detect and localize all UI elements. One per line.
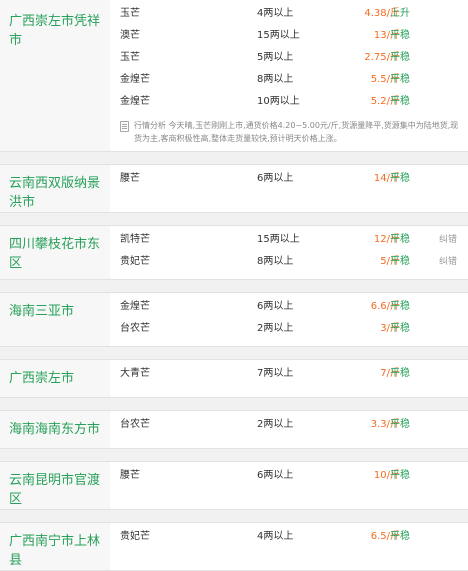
weight-spec: 10两以上 <box>257 96 300 107</box>
trend-label: 平稳 <box>390 419 410 430</box>
region-link[interactable]: 云南西双版纳景洪市 <box>0 165 110 212</box>
table-row: 台农芒 2两以上 3.3/斤 平稳 <box>110 414 468 436</box>
trend-label: 平稳 <box>390 52 410 63</box>
trend-label: 平稳 <box>390 368 410 379</box>
region-link[interactable]: 云南昆明市官渡区 <box>0 462 110 509</box>
region-link[interactable]: 广西南宁市上林县 <box>0 523 110 570</box>
variety-name: 凯特芒 <box>120 234 150 245</box>
region-block: 广西崇左市凭祥市 玉芒 4两以上 4.38/斤 上升 澳芒 15两以上 13/斤… <box>0 0 468 152</box>
table-row: 金煌芒 6两以上 6.6/斤 平稳 <box>110 296 468 318</box>
trend-label: 平稳 <box>390 96 410 107</box>
weight-spec: 15两以上 <box>257 30 300 41</box>
weight-spec: 2两以上 <box>257 323 294 334</box>
price-rows: 台农芒 2两以上 3.3/斤 平稳 <box>110 411 468 448</box>
market-analysis: 行情分析 今天晴,玉芒刚刚上市,通货价格4.20~5.00元/斤,货源量降平,货… <box>120 119 460 145</box>
region-link[interactable]: 广西崇左市凭祥市 <box>0 0 110 151</box>
variety-name: 澳芒 <box>120 30 140 41</box>
region-block: 四川攀枝花市东区 凯特芒 15两以上 12/斤 平稳 纠错 贵妃芒 8两以上 5… <box>0 225 468 280</box>
table-row: 贵妃芒 8两以上 5/斤 平稳 纠错 <box>110 251 468 273</box>
trend-label: 平稳 <box>390 30 410 41</box>
weight-spec: 4两以上 <box>257 531 294 542</box>
region-block: 云南西双版纳景洪市 腰芒 6两以上 14/斤 平稳 <box>0 164 468 213</box>
region-block: 广西崇左市 大青芒 7两以上 7/斤 平稳 <box>0 359 468 398</box>
weight-spec: 8两以上 <box>257 74 294 85</box>
price-rows: 贵妃芒 4两以上 6.5/斤 平稳 <box>110 523 468 570</box>
weight-spec: 6两以上 <box>257 301 294 312</box>
table-row: 贵妃芒 4两以上 6.5/斤 平稳 <box>110 526 468 548</box>
variety-name: 腰芒 <box>120 173 140 184</box>
trend-label: 平稳 <box>390 301 410 312</box>
region-link[interactable]: 海南海南东方市 <box>0 411 110 448</box>
document-icon <box>120 121 129 132</box>
price-rows: 凯特芒 15两以上 12/斤 平稳 纠错 贵妃芒 8两以上 5/斤 平稳 纠错 <box>110 226 468 279</box>
variety-name: 玉芒 <box>120 8 140 19</box>
trend-label: 上升 <box>390 8 410 19</box>
trend-label: 平稳 <box>390 173 410 184</box>
variety-name: 金煌芒 <box>120 301 150 312</box>
table-row: 大青芒 7两以上 7/斤 平稳 <box>110 363 468 385</box>
region-link[interactable]: 广西崇左市 <box>0 360 110 397</box>
variety-name: 腰芒 <box>120 470 140 481</box>
weight-spec: 8两以上 <box>257 256 294 267</box>
trend-label: 平稳 <box>390 74 410 85</box>
weight-spec: 15两以上 <box>257 234 300 245</box>
weight-spec: 6两以上 <box>257 173 294 184</box>
variety-name: 玉芒 <box>120 52 140 63</box>
table-row: 玉芒 4两以上 4.38/斤 上升 <box>110 3 468 25</box>
region-link[interactable]: 四川攀枝花市东区 <box>0 226 110 279</box>
analysis-text: 行情分析 今天晴,玉芒刚刚上市,通货价格4.20~5.00元/斤,货源量降平,货… <box>134 121 459 143</box>
weight-spec: 7两以上 <box>257 368 294 379</box>
region-block: 云南昆明市官渡区 腰芒 6两以上 10/斤 平稳 <box>0 461 468 510</box>
price-rows: 玉芒 4两以上 4.38/斤 上升 澳芒 15两以上 13/斤 平稳 玉芒 5两… <box>110 0 468 151</box>
price-rows: 腰芒 6两以上 14/斤 平稳 <box>110 165 468 212</box>
table-row: 金煌芒 10两以上 5.2/斤 平稳 <box>110 91 468 113</box>
table-row: 腰芒 6两以上 10/斤 平稳 <box>110 465 468 487</box>
weight-spec: 2两以上 <box>257 419 294 430</box>
table-row: 澳芒 15两以上 13/斤 平稳 <box>110 25 468 47</box>
table-row: 凯特芒 15两以上 12/斤 平稳 纠错 <box>110 229 468 251</box>
weight-spec: 4两以上 <box>257 8 294 19</box>
table-row: 金煌芒 8两以上 5.5/斤 平稳 <box>110 69 468 91</box>
variety-name: 金煌芒 <box>120 96 150 107</box>
report-error-link[interactable]: 纠错 <box>439 251 457 273</box>
region-link[interactable]: 海南三亚市 <box>0 293 110 346</box>
trend-label: 平稳 <box>390 234 410 245</box>
price-rows: 腰芒 6两以上 10/斤 平稳 <box>110 462 468 509</box>
variety-name: 大青芒 <box>120 368 150 379</box>
table-row: 玉芒 5两以上 2.75/斤 平稳 <box>110 47 468 69</box>
trend-label: 平稳 <box>390 470 410 481</box>
region-block: 海南海南东方市 台农芒 2两以上 3.3/斤 平稳 <box>0 410 468 449</box>
report-error-link[interactable]: 纠错 <box>439 229 457 251</box>
variety-name: 金煌芒 <box>120 74 150 85</box>
variety-name: 台农芒 <box>120 419 150 430</box>
variety-name: 贵妃芒 <box>120 531 150 542</box>
weight-spec: 6两以上 <box>257 470 294 481</box>
market-price-list: 广西崇左市凭祥市 玉芒 4两以上 4.38/斤 上升 澳芒 15两以上 13/斤… <box>0 0 468 571</box>
table-row: 台农芒 2两以上 3/斤 平稳 <box>110 318 468 340</box>
trend-label: 平稳 <box>390 531 410 542</box>
price-rows: 金煌芒 6两以上 6.6/斤 平稳 台农芒 2两以上 3/斤 平稳 <box>110 293 468 346</box>
weight-spec: 5两以上 <box>257 52 294 63</box>
trend-label: 平稳 <box>390 323 410 334</box>
variety-name: 贵妃芒 <box>120 256 150 267</box>
trend-label: 平稳 <box>390 256 410 267</box>
price-rows: 大青芒 7两以上 7/斤 平稳 <box>110 360 468 397</box>
region-block: 广西南宁市上林县 贵妃芒 4两以上 6.5/斤 平稳 <box>0 522 468 571</box>
variety-name: 台农芒 <box>120 323 150 334</box>
region-block: 海南三亚市 金煌芒 6两以上 6.6/斤 平稳 台农芒 2两以上 3/斤 平稳 <box>0 292 468 347</box>
table-row: 腰芒 6两以上 14/斤 平稳 <box>110 168 468 190</box>
